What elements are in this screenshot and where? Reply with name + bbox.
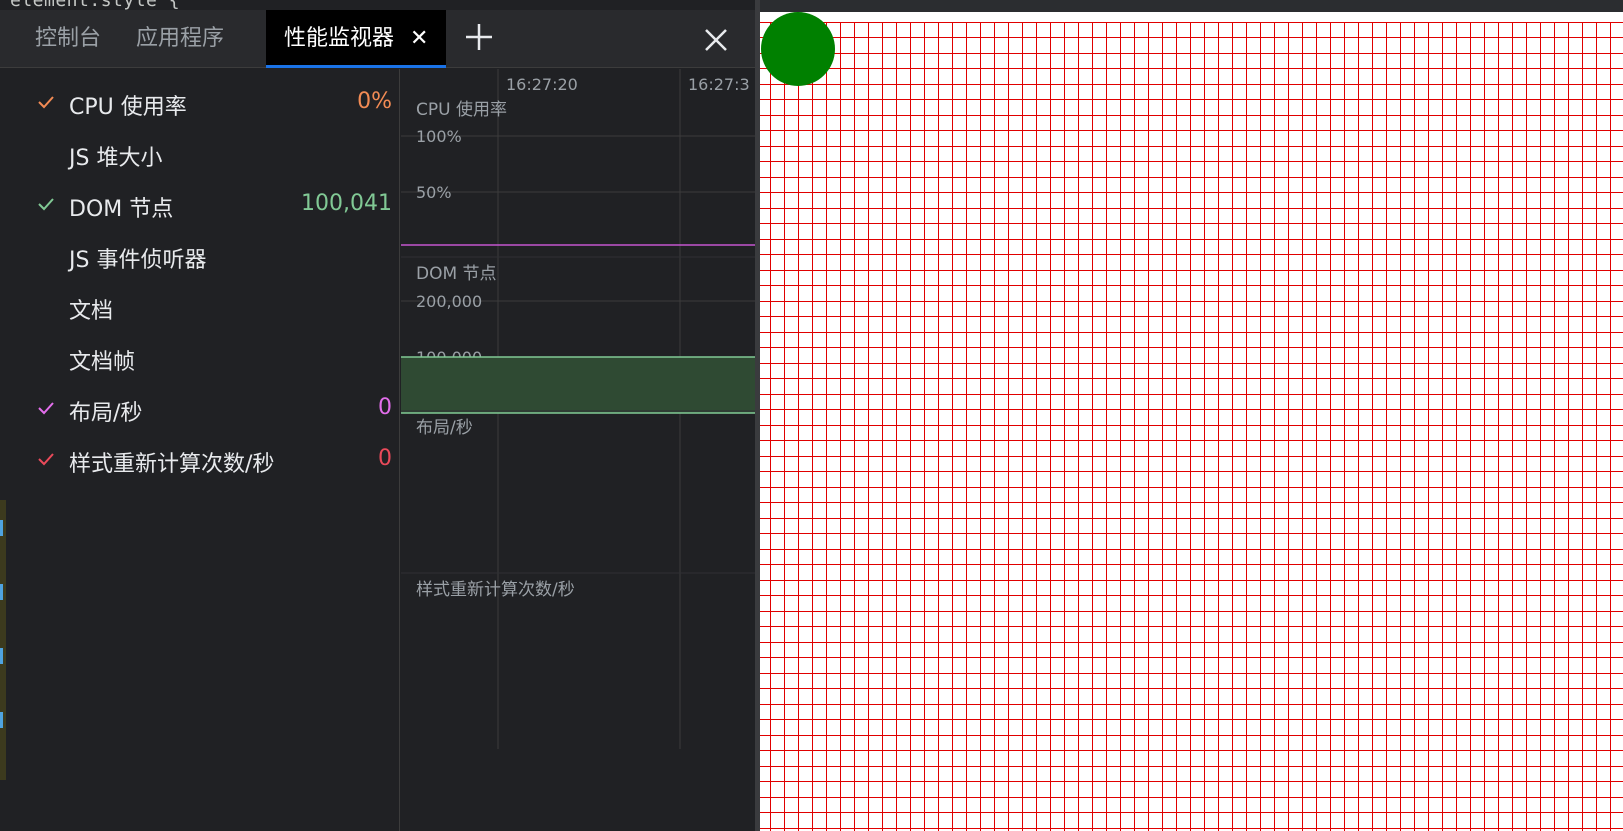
chart-panel-title: CPU 使用率 xyxy=(416,99,507,120)
metric-label: 文档帧 xyxy=(69,350,136,375)
tab-console[interactable]: 控制台 xyxy=(35,10,101,68)
metric-label: JS 事件侦听器 xyxy=(69,248,207,273)
value-tick-label: 200,000 xyxy=(416,292,482,311)
metric-value: 100,041 xyxy=(301,191,392,216)
plus-icon[interactable] xyxy=(462,20,496,54)
metric-row[interactable]: 样式重新计算次数/秒 0 xyxy=(5,436,400,486)
metric-label: CPU 使用率 xyxy=(69,95,187,120)
green-circle xyxy=(761,12,835,86)
check-icon xyxy=(38,198,54,211)
time-tick-label: 16:27:3 xyxy=(688,75,750,94)
tab-application[interactable]: 应用程序 xyxy=(136,10,224,68)
close-icon[interactable] xyxy=(700,24,732,56)
chart-panel-title: 样式重新计算次数/秒 xyxy=(416,580,575,600)
tab-label: 控制台 xyxy=(35,26,102,51)
metric-label: 样式重新计算次数/秒 xyxy=(69,452,275,477)
metric-charts: 16:27:20 16:27:3 CPU 使用率 100% 50% DOM 节点 200,0… xyxy=(401,69,755,831)
drawer-tab-bar: 控制台 应用程序 性能监视器 ✕ xyxy=(0,10,755,68)
check-icon xyxy=(38,402,54,415)
value-tick-label: 100% xyxy=(416,127,462,146)
tab-performance-monitor[interactable]: 性能监视器 ✕ xyxy=(266,10,447,68)
preview-top-bar xyxy=(760,0,1623,12)
metric-row[interactable]: JS 堆大小 xyxy=(5,130,400,180)
series-area xyxy=(401,356,755,413)
check-icon xyxy=(38,453,54,466)
performance-monitor-panel: CPU 使用率 0% JS 堆大小 DOM 节点 100,041 JS 事件侦听器 文档文档… xyxy=(5,69,755,831)
metric-value: 0 xyxy=(378,395,392,420)
metric-row[interactable]: 文档帧 xyxy=(5,334,400,384)
metric-label: JS 堆大小 xyxy=(69,146,163,171)
metric-label: 布局/秒 xyxy=(69,401,143,426)
chart-panel-title: DOM 节点 xyxy=(416,264,497,284)
chart-panel-title: 布局/秒 xyxy=(416,418,473,438)
metric-row[interactable]: JS 事件侦听器 xyxy=(5,232,400,282)
close-icon[interactable]: ✕ xyxy=(410,26,428,51)
metric-list: CPU 使用率 0% JS 堆大小 DOM 节点 100,041 JS 事件侦听器 文档文档… xyxy=(5,69,400,831)
tab-label: 性能监视器 xyxy=(284,26,395,51)
devtools-drawer: element.style { 控制台 应用程序 性能监视器 ✕ CPU 使用率 0… xyxy=(0,0,755,831)
charts-svg: 16:27:20 16:27:3 CPU 使用率 100% 50% DOM 节点 200,0… xyxy=(401,69,755,749)
metric-row[interactable]: CPU 使用率 0% xyxy=(5,79,400,129)
time-tick-label: 16:27:20 xyxy=(506,75,578,94)
metric-label: DOM 节点 xyxy=(69,197,174,222)
tab-label: 应用程序 xyxy=(136,26,225,51)
value-tick-label: 50% xyxy=(416,183,452,202)
metric-row[interactable]: DOM 节点 100,041 xyxy=(5,181,400,231)
grid-of-boxes xyxy=(760,22,1623,831)
check-icon xyxy=(38,96,54,109)
metric-label: 文档 xyxy=(69,299,114,324)
metric-row[interactable]: 布局/秒 0 xyxy=(5,385,400,435)
page-preview xyxy=(760,0,1623,831)
metric-row[interactable]: 文档 xyxy=(5,283,400,333)
metric-value: 0 xyxy=(378,446,392,471)
metric-value: 0% xyxy=(357,89,392,114)
